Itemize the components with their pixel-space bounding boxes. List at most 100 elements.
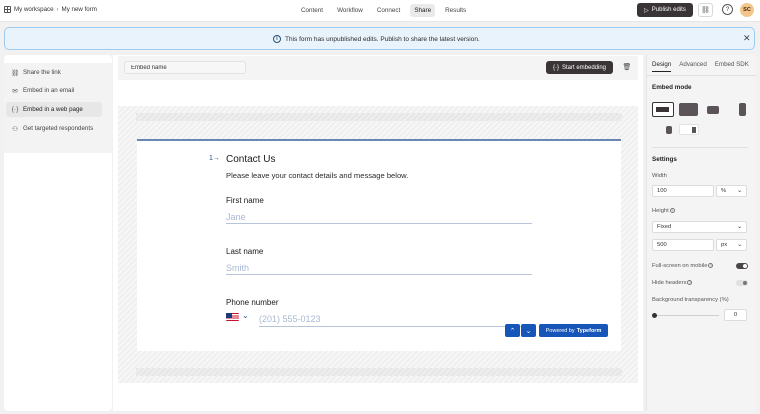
sidebar-item-share-link[interactable]: ⛓ Share the link [6, 65, 102, 80]
fullscreen-toggle[interactable] [736, 263, 748, 269]
people-icon: ⚇ [12, 125, 18, 133]
height-mode: Fixed [657, 224, 672, 230]
question-number: 1→ [209, 155, 220, 162]
phone-label: Phone number [226, 298, 279, 307]
embed-mode-fullpage[interactable] [679, 103, 698, 116]
play-icon: ▷ [644, 7, 649, 14]
breadcrumb: My workspace › My new form [4, 6, 97, 13]
sidebar-item-web-page[interactable]: {·} Embed in a web page [6, 102, 102, 117]
embed-name-input[interactable] [124, 61, 246, 74]
tab-workflow[interactable]: Workflow [333, 4, 367, 17]
preview-placeholder-band [136, 368, 622, 376]
form-name[interactable]: My new form [62, 6, 97, 13]
preview-placeholder-band [136, 113, 622, 121]
phone-field[interactable] [259, 312, 532, 327]
form-title: Contact Us [226, 154, 276, 165]
settings-heading: Settings [652, 156, 677, 163]
help-icon[interactable]: ? [687, 280, 693, 285]
width-unit: % [721, 188, 727, 194]
embed-mode-standard[interactable] [652, 102, 674, 117]
sidebar-item-respondents[interactable]: ⚇ Get targeted respondents [6, 121, 102, 136]
publish-edits-button[interactable]: ▷ Publish edits [637, 3, 693, 17]
chevron-down-icon: ⌄ [737, 224, 742, 230]
workspace-grid-icon[interactable] [4, 6, 11, 13]
chevron-down-icon: ⌄ [525, 327, 532, 335]
close-icon[interactable]: ✕ [743, 33, 751, 44]
slider-handle[interactable] [652, 313, 657, 318]
link-icon: ⛓ [701, 7, 710, 14]
last-name-field[interactable] [226, 261, 532, 275]
height-label: Height? [652, 208, 675, 215]
link-icon: ⛓ [11, 69, 20, 77]
powered-brand: Typeform [576, 327, 602, 334]
chevron-down-icon: ⌄ [737, 188, 742, 194]
tab-design[interactable]: Design [652, 61, 672, 72]
height-unit-select[interactable]: px ⌄ [716, 239, 747, 251]
powered-prefix: Powered by [545, 327, 575, 334]
embed-mode-slider[interactable] [739, 103, 746, 116]
help-icon[interactable]: ? [669, 208, 675, 213]
fullscreen-label: Full-screen on mobile? [652, 263, 714, 270]
embed-mode-side-tab[interactable] [679, 124, 699, 135]
bg-transparency-label: Background transparency (%) [652, 297, 729, 303]
sidebar-item-label: Share the link [23, 69, 61, 76]
width-value: 100 [657, 188, 667, 194]
tab-embed-sdk[interactable]: Embed SDK [715, 61, 749, 72]
chevron-down-icon[interactable]: ⌄ [242, 311, 249, 320]
help-icon[interactable]: ? [722, 4, 733, 15]
publish-label: Publish edits [651, 7, 686, 13]
embed-mode-popup[interactable] [707, 106, 719, 114]
notice-text: This form has unpublished edits. Publish… [285, 35, 480, 43]
avatar[interactable]: SC [740, 3, 754, 17]
embed-mode-heading: Embed mode [652, 84, 692, 91]
us-flag-icon[interactable] [226, 313, 239, 321]
help-icon[interactable]: ? [708, 263, 714, 268]
embed-mode-popover[interactable] [666, 126, 672, 134]
tab-advanced[interactable]: Advanced [679, 61, 707, 72]
tab-share[interactable]: Share [410, 4, 436, 17]
workspace-link[interactable]: My workspace [14, 6, 54, 13]
sidebar-item-label: Embed in a web page [23, 106, 83, 113]
height-input[interactable]: 500 [652, 239, 714, 251]
height-mode-select[interactable]: Fixed ⌄ [652, 221, 747, 233]
height-unit: px [721, 242, 728, 248]
sidebar-item-label: Get targeted respondents [23, 125, 94, 132]
next-question-button[interactable]: ⌄ [521, 324, 536, 337]
first-name-label: First name [226, 196, 264, 205]
chevron-up-icon: ⌃ [509, 327, 516, 335]
unpublished-notice: i This form has unpublished edits. Publi… [4, 27, 755, 50]
sidebar-item-email[interactable]: ✉ Embed in an email [6, 83, 102, 98]
width-label: Width [652, 173, 667, 179]
chevron-down-icon: ⌄ [737, 242, 742, 248]
top-bar: My workspace › My new form Content Workf… [0, 0, 760, 22]
code-icon: {·} [11, 106, 19, 113]
width-unit-select[interactable]: % ⌄ [716, 185, 747, 197]
panel-tabs: Design Advanced Embed SDK [652, 61, 749, 72]
bg-transparency-slider[interactable] [653, 315, 719, 316]
tab-connect[interactable]: Connect [373, 4, 404, 17]
last-name-label: Last name [226, 247, 264, 256]
hide-headers-toggle[interactable] [736, 280, 748, 286]
bg-transparency-value: 0 [733, 312, 738, 318]
hide-headers-label: Hide headers? [652, 280, 693, 287]
tab-results[interactable]: Results [441, 4, 470, 17]
bg-transparency-input[interactable]: 0 [724, 309, 747, 321]
trash-icon[interactable]: 🗑 [622, 61, 632, 73]
copy-link-button[interactable]: ⛓ [698, 3, 713, 17]
sidebar-item-label: Embed in an email [23, 87, 75, 94]
start-embedding-button[interactable]: {·} Start embedding [546, 61, 613, 74]
code-icon: {·} [552, 64, 559, 71]
mail-icon: ✉ [12, 87, 18, 95]
start-embedding-label: Start embedding [561, 64, 607, 71]
info-icon: i [273, 35, 281, 43]
main-tabs: Content Workflow Connect Share Results [297, 4, 470, 17]
chevron-right-icon: › [56, 6, 59, 13]
width-input[interactable]: 100 [652, 185, 714, 197]
panel-divider [646, 75, 756, 76]
previous-question-button[interactable]: ⌃ [505, 324, 520, 337]
powered-by-typeform-link[interactable]: Powered by Typeform [539, 324, 608, 337]
first-name-field[interactable] [226, 210, 532, 224]
height-value: 500 [657, 242, 667, 248]
tab-content[interactable]: Content [297, 4, 327, 17]
settings-divider [652, 147, 748, 148]
